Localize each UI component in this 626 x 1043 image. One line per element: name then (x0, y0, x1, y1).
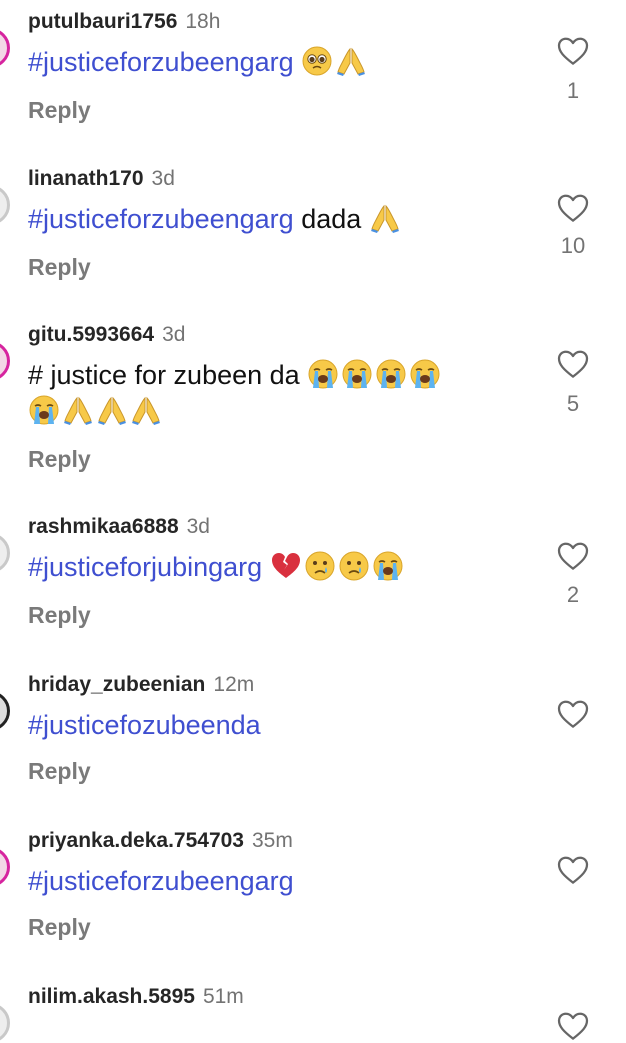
like-button[interactable] (557, 855, 589, 885)
like-button[interactable] (557, 1011, 589, 1041)
reply-button[interactable]: Reply (28, 253, 91, 281)
like-count[interactable]: 10 (540, 233, 606, 259)
comment-username[interactable]: hriday_zubeenian (28, 673, 205, 696)
reply-button[interactable]: Reply (28, 757, 91, 785)
comment-time: 12m (213, 673, 255, 696)
loudly-crying-face-emoji (372, 550, 404, 582)
comment-username[interactable]: priyanka.deka.754703 (28, 829, 244, 852)
comment-header: nilim.akash.5895 51m (28, 983, 244, 1013)
heart-outline-icon (557, 349, 589, 379)
comment-username[interactable]: rashmikaa6888 (28, 515, 179, 538)
comment-time: 3d (162, 323, 186, 346)
loudly-crying-face-emoji (307, 358, 339, 390)
heart-outline-icon (557, 541, 589, 571)
like-button[interactable] (557, 349, 589, 379)
comment-username[interactable]: linanath170 (28, 167, 144, 190)
comment-plain-text: # justice for zubeen da (28, 360, 300, 390)
comment-header: rashmikaa6888 3d (28, 513, 210, 543)
comment-username[interactable]: gitu.5993664 (28, 323, 154, 346)
avatar[interactable] (0, 28, 10, 68)
comment-time: 35m (252, 829, 293, 852)
comment-plain-text: dada (293, 204, 362, 234)
comment-text: #justiceforzubeengarg (28, 863, 548, 899)
comment-text: #justiceforzubeengarg (28, 44, 548, 80)
loudly-crying-face-emoji (341, 358, 373, 390)
comment-time: 18h (185, 10, 221, 33)
comment-time: 51m (202, 985, 244, 1008)
reply-button[interactable]: Reply (28, 601, 91, 629)
avatar[interactable] (0, 185, 10, 225)
folded-hands-emoji (335, 45, 367, 77)
comment-header: gitu.5993664 3d (28, 321, 185, 351)
heart-outline-icon (557, 193, 589, 223)
folded-hands-emoji (62, 394, 94, 426)
hashtag-link[interactable]: #justiceforzubeengarg (28, 47, 294, 77)
heart-outline-icon (557, 36, 589, 66)
hashtag-link[interactable]: #justiceforzubeengarg (28, 204, 294, 234)
like-button[interactable] (557, 193, 589, 223)
loudly-crying-face-emoji (409, 358, 441, 390)
comment-header: priyanka.deka.754703 35m (28, 827, 293, 857)
hashtag-link[interactable]: #justiceforzubeengarg (28, 866, 294, 896)
like-count[interactable]: 2 (540, 582, 606, 608)
folded-hands-emoji (369, 202, 401, 234)
avatar[interactable] (0, 1003, 10, 1043)
crying-face-emoji (338, 550, 370, 582)
like-count[interactable]: 5 (540, 391, 606, 417)
loudly-crying-face-emoji (375, 358, 407, 390)
like-count[interactable]: 1 (540, 78, 606, 104)
comment-text: #justiceforzubeengarg dada (28, 201, 548, 237)
avatar[interactable] (0, 691, 10, 731)
reply-button[interactable]: Reply (28, 445, 91, 473)
folded-hands-emoji (96, 394, 128, 426)
loudly-crying-face-emoji (28, 394, 60, 426)
comment-time: 3d (186, 515, 210, 538)
comment-username[interactable]: nilim.akash.5895 (28, 985, 195, 1008)
heart-outline-icon (557, 855, 589, 885)
comment-header: linanath170 3d (28, 165, 175, 195)
avatar[interactable] (0, 847, 10, 887)
comment-header: hriday_zubeenian 12m (28, 671, 254, 701)
comment-text: # justice for zubeen da (28, 357, 548, 429)
comment-username[interactable]: putulbauri1756 (28, 10, 177, 33)
hashtag-link[interactable]: #justicefozubeenda (28, 710, 261, 740)
comment-header: putulbauri1756 18h (28, 8, 220, 38)
broken-heart-emoji (270, 550, 302, 582)
pleading-face-emoji (301, 45, 333, 77)
heart-outline-icon (557, 1011, 589, 1041)
folded-hands-emoji (130, 394, 162, 426)
like-button[interactable] (557, 699, 589, 729)
heart-outline-icon (557, 699, 589, 729)
avatar[interactable] (0, 533, 10, 573)
reply-button[interactable]: Reply (28, 96, 91, 124)
crying-face-emoji (304, 550, 336, 582)
comment-time: 3d (151, 167, 175, 190)
reply-button[interactable]: Reply (28, 913, 91, 941)
hashtag-link[interactable]: #justiceforjubingarg (28, 552, 262, 582)
avatar[interactable] (0, 341, 10, 381)
like-button[interactable] (557, 36, 589, 66)
comment-text: #justiceforjubingarg (28, 549, 548, 585)
like-button[interactable] (557, 541, 589, 571)
comment-text: #justicefozubeenda (28, 707, 548, 743)
